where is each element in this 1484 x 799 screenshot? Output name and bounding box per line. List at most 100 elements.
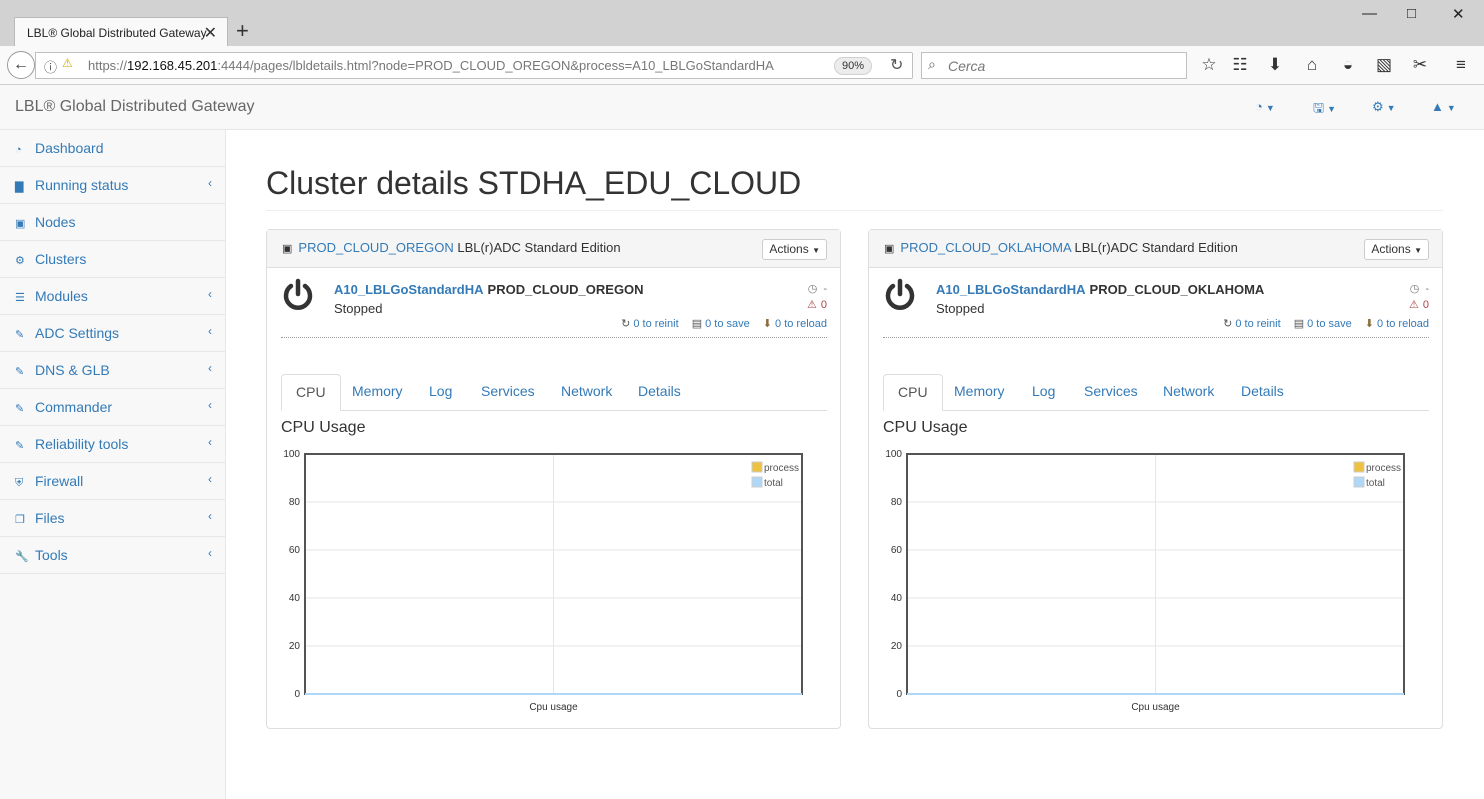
reinit-label: 0 to reinit <box>633 318 679 330</box>
user-menu[interactable]: ▲ ▼ <box>1431 99 1456 114</box>
info-icon[interactable]: ⓘ <box>44 57 57 76</box>
sidebar-item-files[interactable]: ❐ Files ‹ <box>0 500 225 537</box>
sidebar-item-adc-settings[interactable]: ✎ ADC Settings ‹ <box>0 315 225 352</box>
home-icon[interactable]: ⌂ <box>1301 55 1323 75</box>
sidebar-item-running-status[interactable]: ▇ Running status ‹ <box>0 167 225 204</box>
reading-list-icon[interactable]: ☷ <box>1229 55 1251 75</box>
cube-icon: ▣ <box>15 218 26 230</box>
node-link[interactable]: PROD_CLOUD_OREGON <box>298 240 453 255</box>
node-link[interactable]: PROD_CLOUD_OKLAHOMA <box>900 240 1071 255</box>
reinit-link[interactable]: ↻ 0 to reinit <box>1223 318 1280 330</box>
process-state: Stopped <box>936 301 985 316</box>
dashboard-menu[interactable]: ◔ ▼ <box>1255 99 1275 114</box>
reinit-label: 0 to reinit <box>1235 318 1281 330</box>
sidebar-item-label: Running status <box>35 177 129 193</box>
power-icon[interactable] <box>883 278 917 312</box>
zoom-level[interactable]: 90% <box>834 57 872 75</box>
process-node: PROD_CLOUD_OREGON <box>487 282 644 297</box>
app-brand[interactable]: LBL® Global Distributed Gateway <box>15 98 254 116</box>
minimize-icon[interactable]: — <box>1362 5 1377 22</box>
bar-chart-icon: ▇ <box>15 181 24 193</box>
node-panel: ▣ PROD_CLOUD_OREGON LBL(r)ADC Standard Ed… <box>266 229 841 729</box>
sidebar-item-tools[interactable]: 🔧 Tools ‹ <box>0 537 225 574</box>
address-bar[interactable]: ⓘ ⚠ https://192.168.45.201:4444/pages/lb… <box>35 52 913 79</box>
sidebar-item-label: Nodes <box>35 214 76 230</box>
chevron-left-icon: ‹ <box>208 546 212 560</box>
tab-cpu[interactable]: CPU <box>883 374 943 411</box>
actions-button[interactable]: Actions ▼ <box>1364 239 1429 260</box>
tab-network[interactable]: Network <box>1149 374 1228 411</box>
sidebar-item-dashboard[interactable]: ◔ Dashboard <box>0 130 225 167</box>
download-icon[interactable]: ⬇ <box>1264 55 1286 75</box>
tab-services[interactable]: Services <box>467 374 549 411</box>
save-menu[interactable]: 🖫 ▼ <box>1313 99 1336 121</box>
maximize-icon[interactable]: □ <box>1407 5 1416 22</box>
clock-icon: ◷ <box>807 283 818 295</box>
tab-network[interactable]: Network <box>547 374 626 411</box>
pocket-icon[interactable]: ◒ <box>1337 55 1359 75</box>
insecure-warning-icon[interactable]: ⚠ <box>62 56 73 70</box>
chevron-left-icon: ‹ <box>208 324 212 338</box>
save-link[interactable]: ▤ 0 to save <box>692 318 750 330</box>
sidebar-item-label: Tools <box>35 547 68 563</box>
close-window-icon[interactable]: ✕ <box>1452 5 1465 23</box>
edit-icon: ✎ <box>15 329 25 341</box>
tab-cpu[interactable]: CPU <box>281 374 341 411</box>
save-link[interactable]: ▤ 0 to save <box>1294 318 1352 330</box>
reload-icon[interactable]: ↻ <box>890 55 903 75</box>
menu-icon[interactable]: ≡ <box>1450 55 1472 75</box>
sidebar-item-nodes[interactable]: ▣ Nodes <box>0 204 225 241</box>
actions-button[interactable]: Actions ▼ <box>762 239 827 260</box>
tab-details[interactable]: Details <box>1227 374 1298 411</box>
process-link[interactable]: A10_LBLGoStandardHA <box>936 282 1086 297</box>
extension-icon[interactable]: ▧ <box>1373 55 1395 75</box>
x-axis-label: Cpu usage <box>1131 702 1180 713</box>
search-input[interactable]: ⌕ Cerca <box>921 52 1187 79</box>
settings-menu[interactable]: ⚙ ▼ <box>1372 99 1396 115</box>
sidebar-item-commander[interactable]: ✎ Commander ‹ <box>0 389 225 426</box>
power-icon[interactable] <box>281 278 315 312</box>
tab-memory[interactable]: Memory <box>940 374 1019 411</box>
action-links: ↻ 0 to reinit ▤ 0 to save ⬇ 0 to reload <box>1213 317 1429 330</box>
screenshot-icon[interactable]: ✂ <box>1409 55 1431 75</box>
sidebar-item-modules[interactable]: ☰ Modules ‹ <box>0 278 225 315</box>
new-tab-icon[interactable]: + <box>236 18 249 44</box>
tab-details[interactable]: Details <box>624 374 695 411</box>
bookmark-star-icon[interactable]: ☆ <box>1198 55 1220 75</box>
reload-link[interactable]: ⬇ 0 to reload <box>1365 318 1429 330</box>
y-tick-label: 0 <box>896 689 902 700</box>
chevron-down-icon: ▼ <box>812 246 820 255</box>
close-tab-icon[interactable]: ✕ <box>204 23 217 43</box>
sidebar-item-dns-glb[interactable]: ✎ DNS & GLB ‹ <box>0 352 225 389</box>
chevron-left-icon: ‹ <box>208 509 212 523</box>
sidebar-item-clusters[interactable]: ⚙ Clusters <box>0 241 225 278</box>
process-link[interactable]: A10_LBLGoStandardHA <box>334 282 484 297</box>
browser-tab[interactable]: LBL® Global Distributed Gateway ✕ <box>14 17 228 47</box>
tab-log[interactable]: Log <box>415 374 466 411</box>
y-tick-label: 80 <box>289 497 301 508</box>
reload-label: 0 to reload <box>1377 318 1429 330</box>
sidebar-item-label: Dashboard <box>35 140 104 156</box>
cpu-chart: 0 20 40 60 80 100 process total Cpu usage <box>283 449 803 713</box>
download-icon: ⬇ <box>762 318 773 330</box>
legend-swatch <box>1353 461 1365 473</box>
cpu-chart: 0 20 40 60 80 100 process total Cpu usage <box>885 449 1405 713</box>
tab-log[interactable]: Log <box>1018 374 1069 411</box>
tab-services[interactable]: Services <box>1070 374 1152 411</box>
chevron-down-icon: ▼ <box>1327 104 1336 114</box>
sidebar-item-label: ADC Settings <box>35 325 120 341</box>
y-tick-label: 20 <box>891 641 903 652</box>
files-icon: ❐ <box>15 514 25 526</box>
alert-stat: ⚠ 0 <box>1409 298 1429 311</box>
tab-memory[interactable]: Memory <box>338 374 417 411</box>
node-panel: ▣ PROD_CLOUD_OKLAHOMA LBL(r)ADC Standard … <box>868 229 1443 729</box>
back-arrow-icon[interactable]: ← <box>7 51 35 79</box>
legend-label: total <box>1366 478 1385 489</box>
user-icon: ▲ <box>1431 99 1444 114</box>
action-links: ↻ 0 to reinit ▤ 0 to save ⬇ 0 to reload <box>611 317 827 330</box>
sidebar-item-reliability-tools[interactable]: ✎ Reliability tools ‹ <box>0 426 225 463</box>
reinit-link[interactable]: ↻ 0 to reinit <box>621 318 678 330</box>
sidebar-item-firewall[interactable]: ⛨ Firewall ‹ <box>0 463 225 500</box>
reload-link[interactable]: ⬇ 0 to reload <box>763 318 827 330</box>
list-icon: ☰ <box>15 292 25 304</box>
